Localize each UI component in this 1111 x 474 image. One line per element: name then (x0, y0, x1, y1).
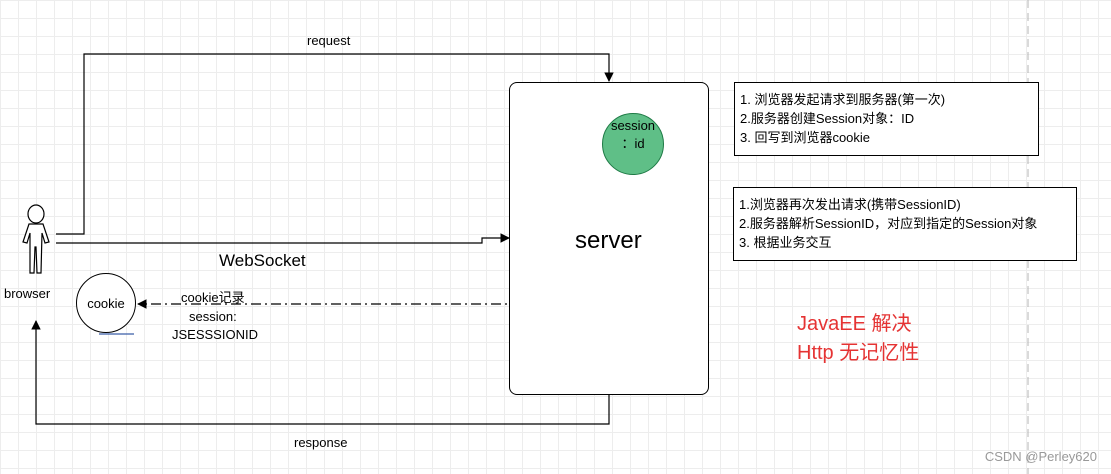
jsessionid-label: JSESSSIONID (172, 327, 258, 342)
session-label-line2: ：id (621, 136, 645, 151)
cookie-session-label: session: (189, 309, 237, 324)
note-second-line-2: 2.服务器解析SessionID，对应到指定的Session对象 (739, 216, 1038, 231)
session-label-line1: session (610, 118, 656, 133)
note-first-line-1: 1. 浏览器发起请求到服务器(第一次) (740, 92, 946, 107)
cookie-label: cookie (87, 296, 125, 311)
browser-actor-icon (22, 204, 50, 274)
note-first-line-3: 3. 回写到浏览器cookie (740, 130, 871, 145)
javaee-caption: JavaEE 解决 (797, 313, 912, 335)
response-label: response (294, 435, 348, 450)
http-stateless-caption: Http 无记忆性 (797, 342, 920, 364)
websocket-arrow (56, 233, 510, 244)
note-first-request: 1. 浏览器发起请求到服务器(第一次) 2.服务器创建Session对象：ID … (734, 82, 1039, 156)
cookie-record-label: cookie记录 (181, 290, 245, 305)
websocket-label: WebSocket (219, 251, 306, 270)
request-label: request (307, 33, 351, 48)
note-first-line-2: 2.服务器创建Session对象：ID (740, 111, 915, 126)
server-label: server (575, 227, 642, 254)
note-second-line-3: 3. 根据业务交互 (739, 235, 832, 250)
csdn-watermark: CSDN @Perley620 (984, 449, 1097, 464)
note-second-line-1: 1.浏览器再次发出请求(携带SessionID) (739, 197, 961, 212)
browser-label: browser (4, 286, 51, 301)
note-second-request: 1.浏览器再次发出请求(携带SessionID) 2.服务器解析SessionI… (733, 187, 1077, 261)
session-id-text: session ：id (602, 117, 664, 153)
